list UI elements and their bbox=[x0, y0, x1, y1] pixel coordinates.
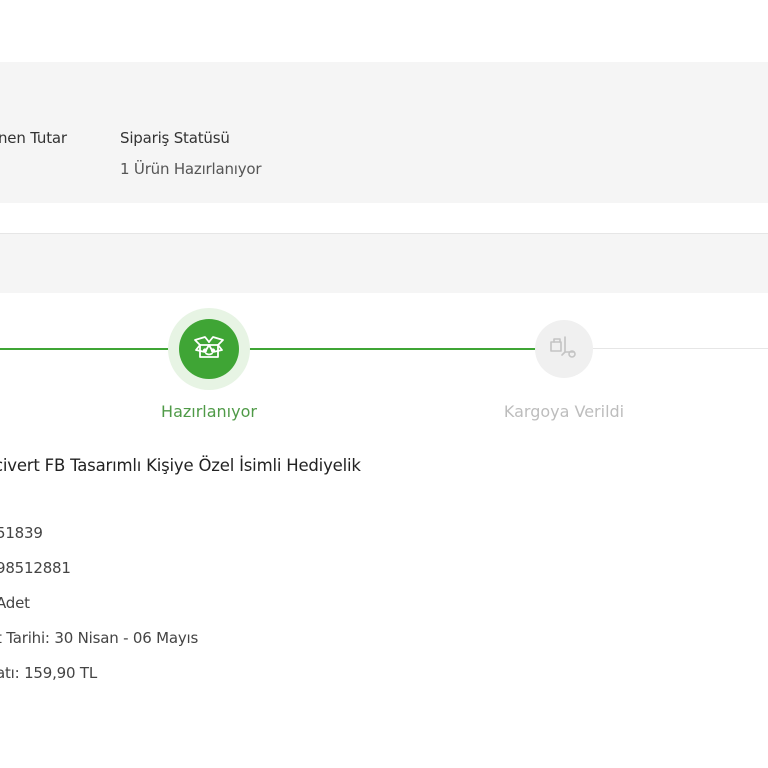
delivery-date: t Tarihi: 30 Nisan - 06 Mayıs bbox=[0, 629, 199, 647]
product-price: atı: 159,90 TL bbox=[0, 664, 98, 682]
order-status-label: Sipariş Statüsü bbox=[120, 129, 230, 147]
product-quantity: Adet bbox=[0, 594, 30, 612]
product-barcode: 98512881 bbox=[0, 559, 71, 577]
order-status-value: 1 Ürün Hazırlanıyor bbox=[120, 160, 262, 178]
step-preparing-circle bbox=[179, 319, 239, 379]
shipment-header bbox=[0, 233, 768, 293]
progress-line-pending bbox=[592, 348, 768, 349]
order-summary-bar bbox=[0, 62, 768, 203]
delivery-truck-icon bbox=[548, 334, 580, 364]
progress-line-completed bbox=[240, 348, 538, 350]
product-title: civert FB Tasarımlı Kişiye Özel İsimli H… bbox=[0, 456, 361, 475]
step-shipped-label: Kargoya Verildi bbox=[503, 402, 625, 421]
product-code: 51839 bbox=[0, 524, 43, 542]
order-amount-label: nen Tutar bbox=[0, 129, 67, 147]
step-shipped-circle bbox=[535, 320, 593, 378]
step-preparing-label: Hazırlanıyor bbox=[161, 402, 257, 421]
progress-line-completed bbox=[0, 348, 180, 350]
open-box-icon bbox=[192, 332, 226, 366]
